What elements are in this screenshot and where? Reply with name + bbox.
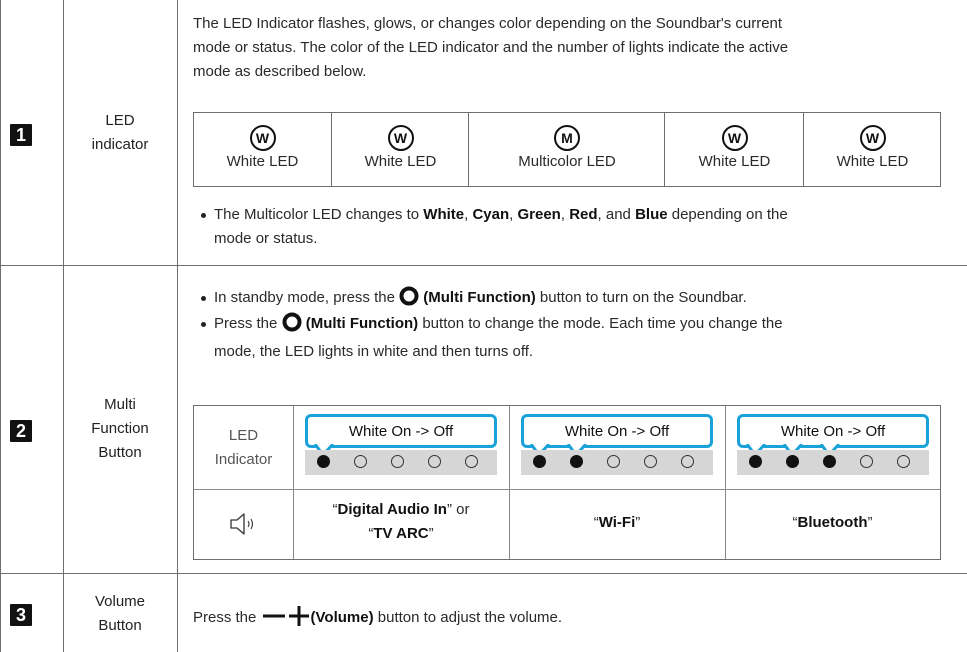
row-number-badge: 2	[10, 420, 32, 442]
multi-bullet-1: In standby mode, press the (Multi Functi…	[198, 286, 954, 314]
minus-icon	[261, 606, 287, 634]
indicator-bubble: White On -> Off	[305, 414, 497, 448]
mode-indicator-table: LED Indicator White On -> Off White On -…	[193, 405, 941, 560]
col-divider-2	[177, 0, 178, 652]
led-dot-off	[391, 455, 404, 468]
led-dot-off	[860, 455, 873, 468]
led-dot-on	[786, 455, 799, 468]
led-dot-off	[681, 455, 694, 468]
col-divider-1	[63, 0, 64, 652]
led-dot-on	[533, 455, 546, 468]
multi-bullet-2: Press the (Multi Function) button to cha…	[198, 312, 954, 364]
multicolor-note: The Multicolor LED changes to White, Cya…	[198, 203, 954, 251]
mf-col-divider	[509, 406, 510, 559]
led-dot-off	[465, 455, 478, 468]
mf-row-divider	[194, 489, 940, 490]
multi-function-icon	[282, 312, 302, 340]
led-dot-off	[607, 455, 620, 468]
row-number-badge: 1	[10, 124, 32, 146]
plus-icon	[287, 606, 311, 634]
multi-function-icon	[399, 286, 419, 314]
row-divider-1	[0, 265, 967, 266]
led-cell: W White LED	[194, 113, 331, 186]
led-w-icon: W	[721, 125, 748, 151]
led-dot-strip	[305, 450, 497, 475]
led-cell: W White LED	[331, 113, 469, 186]
row-divider-2	[0, 573, 967, 574]
led-w-icon: W	[387, 125, 414, 151]
indicator-bubble: White On -> Off	[737, 414, 929, 448]
led-dot-on	[570, 455, 583, 468]
mf-col-divider	[725, 406, 726, 559]
row-number-badge: 3	[10, 604, 32, 626]
led-w-icon: W	[859, 125, 886, 151]
voice-guide-bluetooth: “Bluetooth”	[792, 514, 873, 531]
table-border-left	[0, 0, 1, 652]
led-dot-on	[749, 455, 762, 468]
led-dot-on	[823, 455, 836, 468]
voice-guide-digital-audio: “Digital Audio In” or “TV ARC”	[332, 501, 470, 542]
led-m-icon: M	[554, 125, 580, 151]
led-dot-off	[897, 455, 910, 468]
speaker-sound-icon	[228, 510, 262, 543]
led-cell: W White LED	[664, 113, 804, 186]
led-cell: W White LED	[803, 113, 941, 186]
led-dot-strip	[737, 450, 929, 475]
led-indicator-label: LED Indicator	[214, 427, 273, 468]
row-label-multi-function: Multi Function Button	[91, 396, 149, 461]
led-dot-off	[644, 455, 657, 468]
led-dot-off	[354, 455, 367, 468]
voice-guide-wifi: “Wi-Fi”	[593, 514, 641, 531]
volume-instruction: Press the (Volume) button to adjust the …	[193, 606, 953, 634]
led-dot-strip	[521, 450, 713, 475]
indicator-bubble: White On -> Off	[521, 414, 713, 448]
row-label-led: LED indicator	[91, 112, 149, 153]
led-intro-text: The LED Indicator flashes, glows, or cha…	[193, 15, 789, 80]
led-dot-on	[317, 455, 330, 468]
led-dot-off	[428, 455, 441, 468]
row-label-volume: Volume Button	[94, 593, 146, 634]
led-cell: M Multicolor LED	[468, 113, 665, 186]
led-types-box: W White LED W White LED M Multicolor LED…	[193, 112, 941, 187]
led-w-icon: W	[249, 125, 276, 151]
